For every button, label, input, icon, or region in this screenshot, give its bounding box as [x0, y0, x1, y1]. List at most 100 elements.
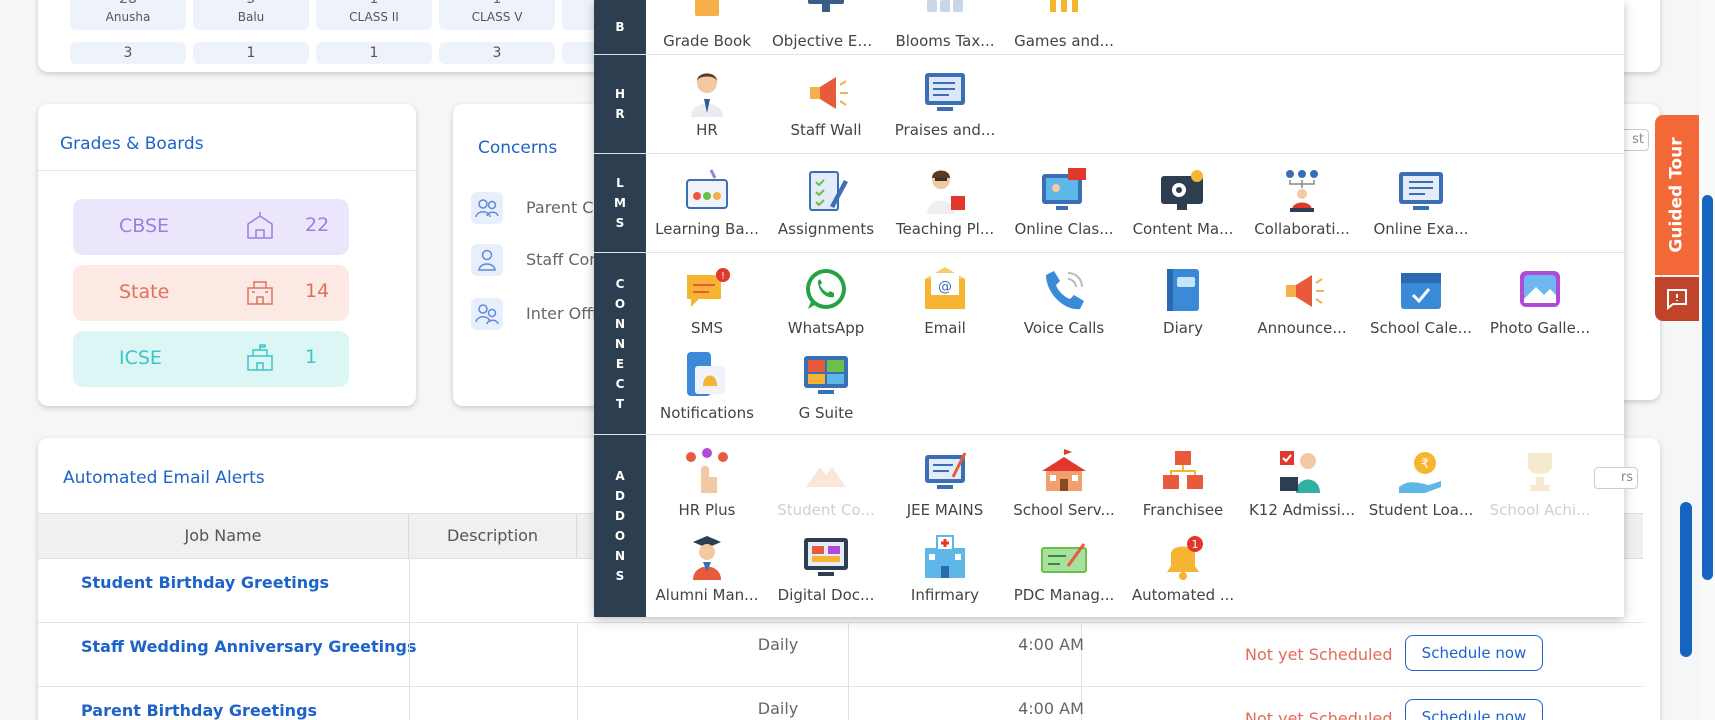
- app-infirmary[interactable]: Infirmary: [891, 532, 999, 604]
- app-learning-bank[interactable]: Learning Ba...: [653, 166, 761, 238]
- announcement-icon: [1286, 275, 1324, 307]
- page-scrollbar-thumb[interactable]: [1702, 195, 1713, 580]
- app-label: Digital Doc...: [777, 586, 875, 604]
- app-label: Praises and...: [894, 121, 996, 139]
- menu-section: HR HR Staff Wall Praises and...: [594, 55, 1624, 154]
- grade-book-icon: [695, 0, 719, 16]
- divider: [38, 170, 416, 171]
- card-title: Automated Email Alerts: [63, 468, 265, 488]
- app-digital-docs[interactable]: Digital Doc...: [772, 532, 880, 604]
- stat-count[interactable]: 3: [439, 42, 555, 64]
- app-school-achievements[interactable]: School Achi...: [1486, 447, 1594, 519]
- stat-count[interactable]: 1: [316, 42, 432, 64]
- app-menu: B Grade Book Objective Ex... Blooms Tax.…: [594, 0, 1624, 617]
- app-online-exam[interactable]: Online Exa...: [1367, 166, 1475, 238]
- stat-count[interactable]: 1: [193, 42, 309, 64]
- filters-button[interactable]: rs: [1594, 467, 1638, 489]
- app-label: K12 Admissi...: [1248, 501, 1356, 519]
- app-label: School Cale...: [1370, 319, 1472, 337]
- chat-icon: [1667, 289, 1687, 311]
- section-label: B: [594, 0, 646, 54]
- stat-count[interactable]: 3: [70, 42, 186, 64]
- divider: [577, 623, 578, 687]
- job-name-link[interactable]: Student Birthday Greetings: [81, 573, 329, 592]
- app-label: Blooms Tax...: [895, 32, 995, 50]
- app-announcements[interactable]: Announce...: [1248, 265, 1356, 337]
- app-label: Alumni Man...: [655, 586, 759, 604]
- app-pdc-management[interactable]: PDC Manag...: [1010, 532, 1118, 604]
- app-gsuite[interactable]: G Suite: [772, 350, 880, 422]
- svg-text:1: 1: [1192, 538, 1199, 551]
- board-count: 22: [305, 214, 330, 236]
- board-count: 14: [305, 280, 330, 302]
- app-notifications[interactable]: Notifications: [653, 350, 761, 422]
- schedule-now-button[interactable]: Schedule now: [1405, 635, 1543, 671]
- app-praises[interactable]: Praises and...: [891, 67, 999, 139]
- app-k12-admissions[interactable]: K12 Admissi...: [1248, 447, 1356, 519]
- status-text: Not yet Scheduled: [1245, 709, 1393, 720]
- svg-text:@: @: [938, 279, 952, 295]
- guided-tour-label: Guided Tour: [1667, 137, 1687, 253]
- app-student-loan[interactable]: ₹ Student Loa...: [1367, 447, 1475, 519]
- guided-tour-tab[interactable]: Guided Tour: [1655, 115, 1699, 275]
- pdc-cheque-icon: [1041, 543, 1087, 573]
- app-franchisee[interactable]: Franchisee: [1129, 447, 1237, 519]
- board-name: State: [119, 281, 170, 303]
- app-alumni-management[interactable]: Alumni Man...: [653, 532, 761, 604]
- stat-cell[interactable]: 1 CLASS V: [439, 0, 555, 30]
- app-label: Email: [924, 319, 966, 337]
- app-collaboration[interactable]: Collaborati...: [1248, 166, 1356, 238]
- schedule-now-button[interactable]: Schedule now: [1405, 699, 1543, 720]
- divider: [848, 623, 849, 687]
- app-assignments[interactable]: Assignments: [772, 166, 880, 238]
- app-teaching-plan[interactable]: Teaching Pl...: [891, 166, 999, 238]
- board-state[interactable]: State 14: [73, 265, 349, 321]
- app-blooms-taxonomy[interactable]: Blooms Tax...: [891, 0, 999, 50]
- board-icse[interactable]: ICSE 1: [73, 331, 349, 387]
- app-email[interactable]: @ Email: [891, 265, 999, 337]
- job-name-link[interactable]: Staff Wedding Anniversary Greetings: [81, 637, 417, 656]
- app-whatsapp[interactable]: WhatsApp: [772, 265, 880, 337]
- app-online-class[interactable]: Online Clas...: [1010, 166, 1118, 238]
- chat-button[interactable]: [1655, 277, 1699, 321]
- hr-icon: [691, 73, 723, 117]
- stat-cell[interactable]: 1 CLASS II: [316, 0, 432, 30]
- section-label: LMS: [594, 154, 646, 252]
- stat-cell[interactable]: 28 Anusha: [70, 0, 186, 30]
- card-title: Grades & Boards: [60, 134, 204, 154]
- app-hr-plus[interactable]: HR Plus: [653, 447, 761, 519]
- job-name-link[interactable]: Parent Birthday Greetings: [81, 701, 317, 720]
- app-hr[interactable]: HR: [653, 67, 761, 139]
- app-label: PDC Manag...: [1013, 586, 1115, 604]
- app-automated-alerts[interactable]: 1 Automated ...: [1129, 532, 1237, 604]
- app-label: Learning Ba...: [655, 220, 759, 238]
- app-label: Voice Calls: [1023, 319, 1105, 337]
- diary-icon: [1167, 269, 1199, 311]
- app-school-calendar[interactable]: School Cale...: [1367, 265, 1475, 337]
- app-diary[interactable]: Diary: [1129, 265, 1237, 337]
- page-scrollbar[interactable]: [1700, 0, 1715, 720]
- app-sms[interactable]: ! SMS: [653, 265, 761, 337]
- divider: [1081, 623, 1082, 687]
- app-games[interactable]: Games and...: [1010, 0, 1118, 50]
- app-student-counselling[interactable]: Student Co...: [772, 447, 880, 519]
- inner-scrollbar[interactable]: [1680, 502, 1692, 657]
- app-staff-wall[interactable]: Staff Wall: [772, 67, 880, 139]
- school-building-icon: [247, 281, 273, 305]
- app-label: School Serv...: [1013, 501, 1115, 519]
- app-school-services[interactable]: School Serv...: [1010, 447, 1118, 519]
- column-header-description[interactable]: Description: [409, 514, 577, 558]
- app-photo-gallery[interactable]: Photo Galle...: [1486, 265, 1594, 337]
- parents-icon: [471, 192, 503, 224]
- app-voice-calls[interactable]: Voice Calls: [1010, 265, 1118, 337]
- app-objective-exam[interactable]: Objective Ex...: [772, 0, 880, 50]
- app-grade-book[interactable]: Grade Book: [653, 0, 761, 50]
- app-content-management[interactable]: Content Ma...: [1129, 166, 1237, 238]
- stat-cell[interactable]: 5 Balu: [193, 0, 309, 30]
- calendar-icon: [1401, 273, 1441, 309]
- app-jee-mains[interactable]: JEE MAINS: [891, 447, 999, 519]
- board-cbse[interactable]: CBSE 22: [73, 199, 349, 255]
- jee-mains-icon: [925, 452, 967, 489]
- column-header-job[interactable]: Job Name: [38, 514, 409, 558]
- app-label: SMS: [691, 319, 723, 337]
